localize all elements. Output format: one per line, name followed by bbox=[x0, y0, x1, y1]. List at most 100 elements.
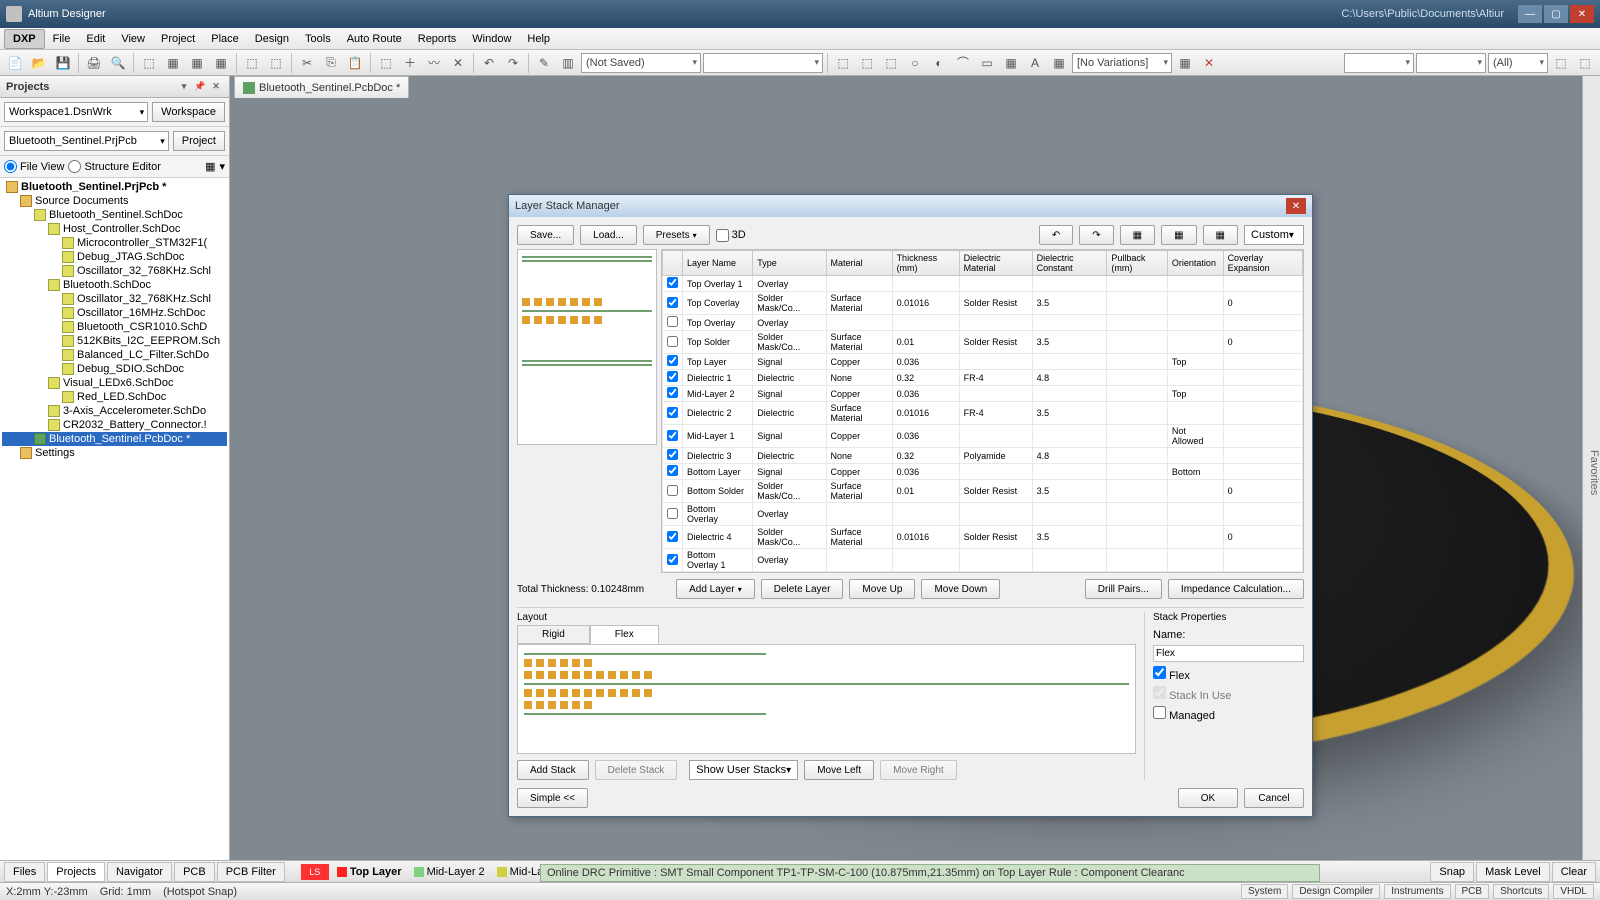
preview-icon[interactable]: 🔍 bbox=[107, 52, 129, 74]
table-row[interactable]: Bottom OverlayOverlay bbox=[663, 503, 1303, 526]
menu-reports[interactable]: Reports bbox=[410, 30, 465, 48]
doc-tab[interactable]: Bluetooth_Sentinel.PcbDoc * bbox=[234, 76, 409, 98]
tree-item[interactable]: Bluetooth_CSR1010.SchD bbox=[2, 320, 227, 334]
print-icon[interactable]: 🖨 bbox=[83, 52, 105, 74]
tool-button[interactable]: ▦ bbox=[1203, 225, 1238, 245]
bottom-tab[interactable]: PCB Filter bbox=[217, 862, 285, 882]
all-combo[interactable]: (All) bbox=[1488, 53, 1548, 73]
tool-icon[interactable]: ▦ bbox=[1048, 52, 1070, 74]
table-row[interactable]: Mid-Layer 2SignalCopper0.036Top bbox=[663, 386, 1303, 402]
tree-item[interactable]: Red_LED.SchDoc bbox=[2, 390, 227, 404]
custom-combo[interactable]: Custom ▾ bbox=[1244, 225, 1304, 245]
table-row[interactable]: Top Overlay 1Overlay bbox=[663, 276, 1303, 292]
workspace-combo[interactable]: Workspace1.DsnWrk bbox=[4, 102, 148, 122]
table-row[interactable]: Top LayerSignalCopper0.036Top bbox=[663, 354, 1303, 370]
flex-checkbox[interactable]: Flex bbox=[1153, 670, 1190, 682]
tool-icon[interactable]: 〰 bbox=[423, 52, 445, 74]
tool-icon[interactable]: ▥ bbox=[557, 52, 579, 74]
table-row[interactable]: Top SolderSolder Mask/Co...Surface Mater… bbox=[663, 331, 1303, 354]
menu-tools[interactable]: Tools bbox=[297, 30, 339, 48]
tool-button[interactable]: ▦ bbox=[1161, 225, 1196, 245]
pcb-canvas[interactable]: Bluetooth_Sentinel.PcbDoc * C16 C18 U3 C… bbox=[230, 76, 1582, 860]
menu-file[interactable]: File bbox=[45, 30, 79, 48]
table-row[interactable]: Bottom SolderSolder Mask/Co...Surface Ma… bbox=[663, 480, 1303, 503]
bottom-tab[interactable]: Projects bbox=[47, 862, 105, 882]
add-layer-button[interactable]: Add Layer bbox=[676, 579, 755, 599]
table-row[interactable]: Top OverlayOverlay bbox=[663, 315, 1303, 331]
menu-window[interactable]: Window bbox=[464, 30, 519, 48]
simple-button[interactable]: Simple << bbox=[517, 788, 588, 808]
tree-item[interactable]: CR2032_Battery_Connector.! bbox=[2, 418, 227, 432]
tree-item[interactable]: 3-Axis_Accelerometer.SchDo bbox=[2, 404, 227, 418]
tree-item[interactable]: Balanced_LC_Filter.SchDo bbox=[2, 348, 227, 362]
show-stacks-combo[interactable]: Show User Stacks ▾ bbox=[689, 760, 798, 780]
3d-checkbox[interactable]: 3D bbox=[716, 229, 746, 242]
panel-pin-icon[interactable]: 📌 bbox=[193, 80, 207, 94]
tool-icon[interactable]: ⬚ bbox=[880, 52, 902, 74]
workspace-button[interactable]: Workspace bbox=[152, 102, 225, 122]
clear-button[interactable]: Clear bbox=[1552, 862, 1596, 882]
table-row[interactable]: Top CoverlaySolder Mask/Co...Surface Mat… bbox=[663, 292, 1303, 315]
menu-design[interactable]: Design bbox=[247, 30, 297, 48]
tool-icon[interactable]: ⬚ bbox=[265, 52, 287, 74]
bottom-tab[interactable]: PCB bbox=[174, 862, 215, 882]
bottom-tab[interactable]: Files bbox=[4, 862, 45, 882]
panel-icon[interactable]: ▾ bbox=[219, 160, 225, 173]
menu-view[interactable]: View bbox=[113, 30, 153, 48]
status-tab[interactable]: VHDL bbox=[1553, 884, 1594, 899]
menu-autoroute[interactable]: Auto Route bbox=[339, 30, 410, 48]
tree-item[interactable]: Debug_JTAG.SchDoc bbox=[2, 250, 227, 264]
menu-help[interactable]: Help bbox=[519, 30, 558, 48]
load-button[interactable]: Load... bbox=[580, 225, 637, 245]
tool-icon[interactable]: ▦ bbox=[210, 52, 232, 74]
status-tab[interactable]: Shortcuts bbox=[1493, 884, 1549, 899]
cancel-button[interactable]: Cancel bbox=[1244, 788, 1304, 808]
tool-icon[interactable]: ✕ bbox=[447, 52, 469, 74]
mask-level-button[interactable]: Mask Level bbox=[1476, 862, 1550, 882]
menu-project[interactable]: Project bbox=[153, 30, 203, 48]
impedance-button[interactable]: Impedance Calculation... bbox=[1168, 579, 1304, 599]
table-row[interactable]: Dielectric 4Solder Mask/Co...Surface Mat… bbox=[663, 526, 1303, 549]
status-tab[interactable]: System bbox=[1241, 884, 1288, 899]
table-row[interactable]: Dielectric 1DielectricNone0.32FR-44.8 bbox=[663, 370, 1303, 386]
save-icon[interactable]: 💾 bbox=[52, 52, 74, 74]
snap-button[interactable]: Snap bbox=[1430, 862, 1474, 882]
table-row[interactable]: Dielectric 2DielectricSurface Material0.… bbox=[663, 402, 1303, 425]
tool-icon[interactable]: ⬚ bbox=[832, 52, 854, 74]
tool-icon[interactable]: ＋ bbox=[399, 52, 421, 74]
tool-icon[interactable]: ⬚ bbox=[1574, 52, 1596, 74]
add-stack-button[interactable]: Add Stack bbox=[517, 760, 589, 780]
stack-name-input[interactable] bbox=[1153, 645, 1304, 662]
project-tree[interactable]: Bluetooth_Sentinel.PrjPcb *Source Docume… bbox=[0, 178, 229, 462]
tool-icon[interactable]: ○ bbox=[904, 52, 926, 74]
tree-item[interactable]: Oscillator_32_768KHz.Schl bbox=[2, 292, 227, 306]
tool-button[interactable]: ↶ bbox=[1039, 225, 1073, 245]
side-tab-favorites[interactable]: Favorites bbox=[1588, 450, 1600, 495]
rigid-tab[interactable]: Rigid bbox=[517, 625, 590, 644]
tree-item[interactable]: Host_Controller.SchDoc bbox=[2, 222, 227, 236]
table-row[interactable]: Mid-Layer 1SignalCopper0.036Not Allowed bbox=[663, 425, 1303, 448]
layer-chip[interactable]: Mid-Layer 2 bbox=[408, 864, 491, 880]
tool-icon[interactable]: ⌒ bbox=[952, 52, 974, 74]
panel-icon[interactable]: ▦ bbox=[205, 160, 215, 173]
status-tab[interactable]: PCB bbox=[1455, 884, 1490, 899]
paste-icon[interactable]: 📋 bbox=[344, 52, 366, 74]
panel-close-icon[interactable]: ✕ bbox=[209, 80, 223, 94]
tool-icon[interactable]: ▦ bbox=[162, 52, 184, 74]
dialog-close-icon[interactable]: ✕ bbox=[1286, 198, 1306, 214]
tree-item[interactable]: Oscillator_16MHz.SchDoc bbox=[2, 306, 227, 320]
tool-icon[interactable]: ⬚ bbox=[375, 52, 397, 74]
tool-icon[interactable]: ⬚ bbox=[138, 52, 160, 74]
drill-pairs-button[interactable]: Drill Pairs... bbox=[1085, 579, 1162, 599]
minimize-button[interactable]: — bbox=[1518, 5, 1542, 23]
bottom-tab[interactable]: Navigator bbox=[107, 862, 172, 882]
ls-indicator[interactable]: LS bbox=[301, 864, 329, 880]
tree-item[interactable]: Bluetooth_Sentinel.SchDoc bbox=[2, 208, 227, 222]
variations-combo[interactable]: [No Variations] bbox=[1072, 53, 1172, 73]
file-view-radio[interactable]: File View bbox=[4, 160, 64, 173]
ok-button[interactable]: OK bbox=[1178, 788, 1238, 808]
menu-edit[interactable]: Edit bbox=[78, 30, 113, 48]
cut-icon[interactable]: ✂ bbox=[296, 52, 318, 74]
combo2[interactable] bbox=[703, 53, 823, 73]
move-down-button[interactable]: Move Down bbox=[921, 579, 1000, 599]
